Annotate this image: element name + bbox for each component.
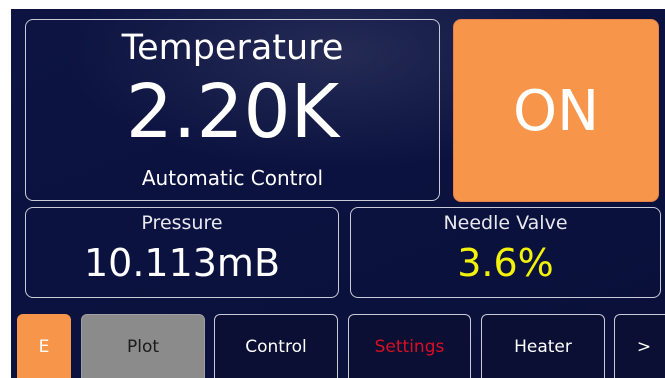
control-screen: Temperature 2.20K Automatic Control ON P… (11, 9, 665, 378)
temperature-title: Temperature (121, 28, 344, 68)
needle-valve-value: 3.6% (457, 241, 554, 285)
tab-plot[interactable]: Plot (81, 314, 205, 378)
heater-on-button[interactable]: ON (453, 19, 659, 202)
control-mode-label: Automatic Control (141, 166, 324, 190)
temperature-panel[interactable]: Temperature 2.20K Automatic Control (25, 19, 440, 201)
tab-settings[interactable]: Settings (348, 314, 471, 378)
tab-control[interactable]: Control (214, 314, 338, 378)
tab-e[interactable]: E (17, 314, 71, 378)
pressure-title: Pressure (141, 212, 223, 234)
temperature-value: 2.20K (125, 69, 340, 155)
needle-valve-title: Needle Valve (443, 212, 568, 234)
pressure-value: 10.113mB (83, 241, 281, 285)
needle-valve-panel[interactable]: Needle Valve 3.6% (350, 207, 661, 298)
tab-next[interactable]: > (614, 314, 665, 378)
tab-heater[interactable]: Heater (481, 314, 605, 378)
pressure-panel[interactable]: Pressure 10.113mB (25, 207, 339, 298)
